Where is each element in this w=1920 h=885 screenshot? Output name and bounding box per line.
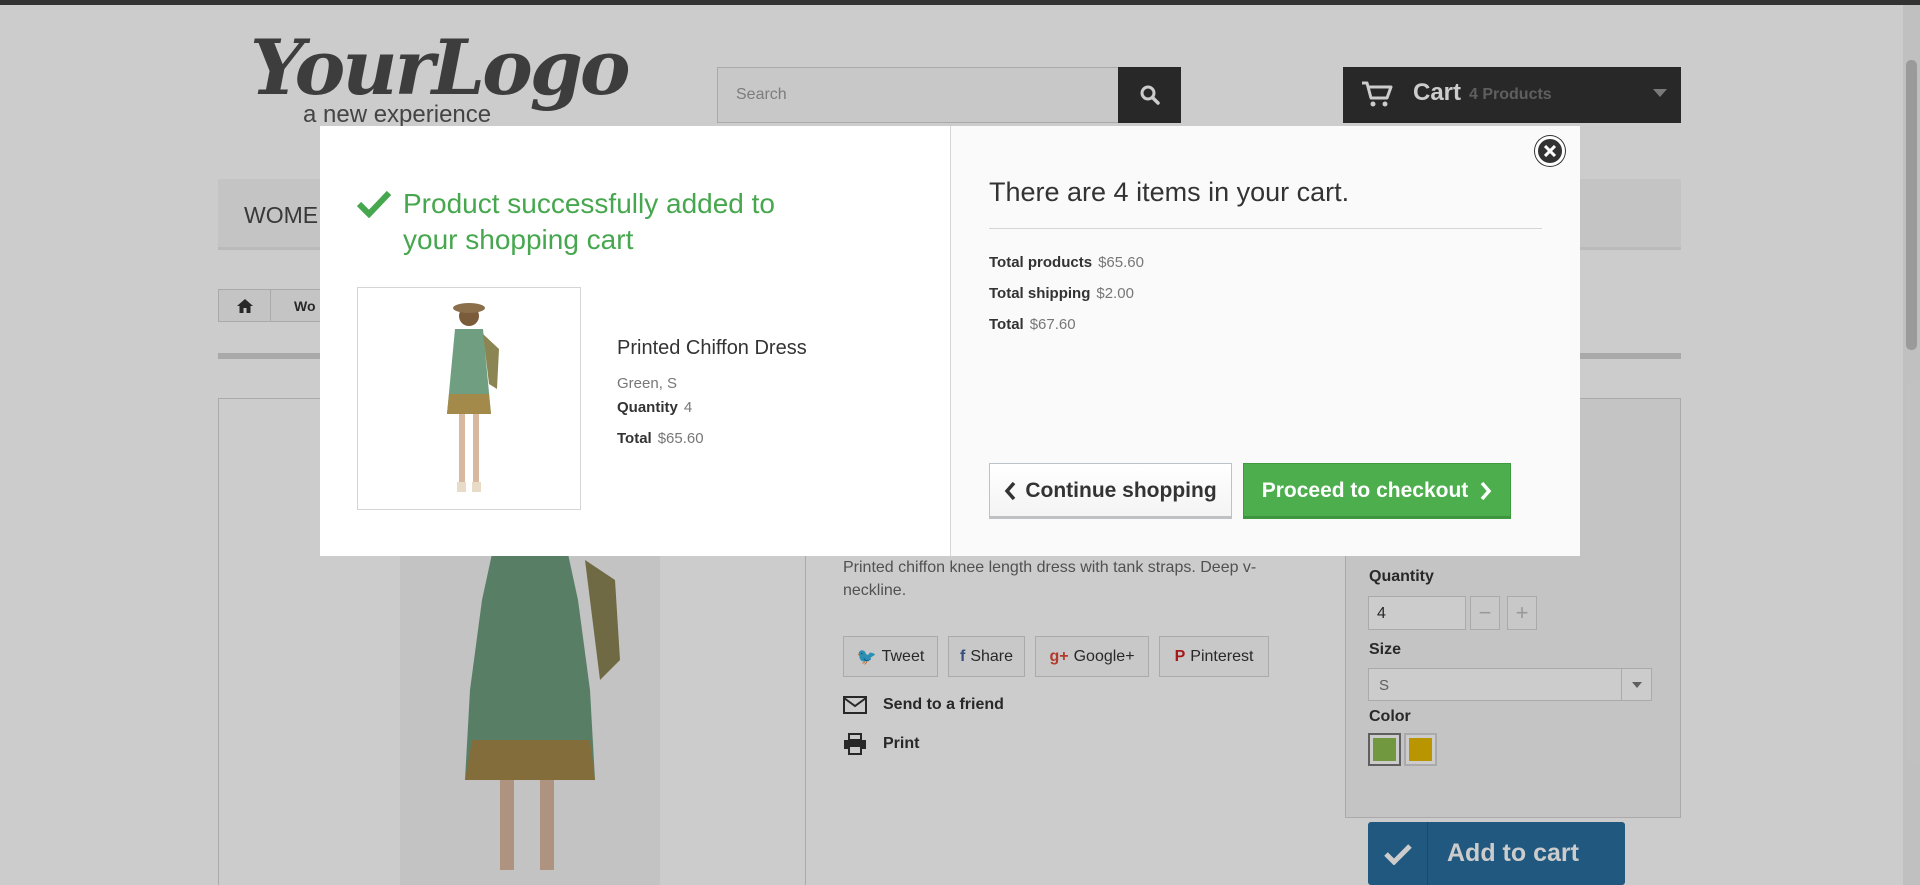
product-total-value: $65.60 [657, 430, 704, 447]
close-icon [1544, 145, 1556, 157]
product-name: Printed Chiffon Dress [617, 337, 807, 359]
product-quantity-label: Quantity [617, 399, 678, 416]
total-products-value: $65.60 [1098, 254, 1144, 271]
product-total-row: Total $65.60 [617, 430, 704, 447]
product-quantity-value: 4 [683, 399, 693, 416]
product-thumbnail [357, 287, 581, 510]
total-shipping-label: Total shipping [989, 285, 1091, 302]
success-message: Product successfully added to your shopp… [357, 186, 817, 258]
added-to-cart-modal: Product successfully added to your shopp… [320, 126, 1580, 556]
continue-shopping-button[interactable]: Continue shopping [989, 463, 1232, 519]
continue-shopping-label: Continue shopping [1025, 479, 1217, 502]
product-total-label: Total [617, 430, 652, 447]
product-attributes: Green, S [617, 375, 678, 392]
proceed-to-checkout-button[interactable]: Proceed to checkout [1243, 463, 1511, 519]
grand-total-row: Total $67.60 [989, 316, 1076, 333]
grand-total-label: Total [989, 316, 1024, 333]
product-quantity-row: Quantity 4 [617, 399, 692, 416]
modal-cart-summary: There are 4 items in your cart. Total pr… [950, 126, 1580, 556]
summary-divider [989, 228, 1542, 229]
chevron-left-icon [1005, 481, 1016, 501]
proceed-to-checkout-label: Proceed to checkout [1261, 479, 1469, 502]
chevron-right-icon [1480, 481, 1492, 501]
checkmark-icon [357, 190, 391, 218]
modal-product-section: Product successfully added to your shopp… [320, 126, 950, 556]
total-shipping-value: $2.00 [1096, 285, 1134, 302]
total-shipping-row: Total shipping $2.00 [989, 285, 1134, 302]
close-modal-button[interactable] [1535, 136, 1565, 166]
total-products-label: Total products [989, 254, 1093, 271]
success-message-text: Product successfully added to your shopp… [403, 188, 775, 255]
grand-total-value: $67.60 [1029, 316, 1076, 333]
cart-summary-title: There are 4 items in your cart. [989, 177, 1350, 207]
product-image [447, 302, 499, 492]
total-products-row: Total products $65.60 [989, 254, 1144, 271]
